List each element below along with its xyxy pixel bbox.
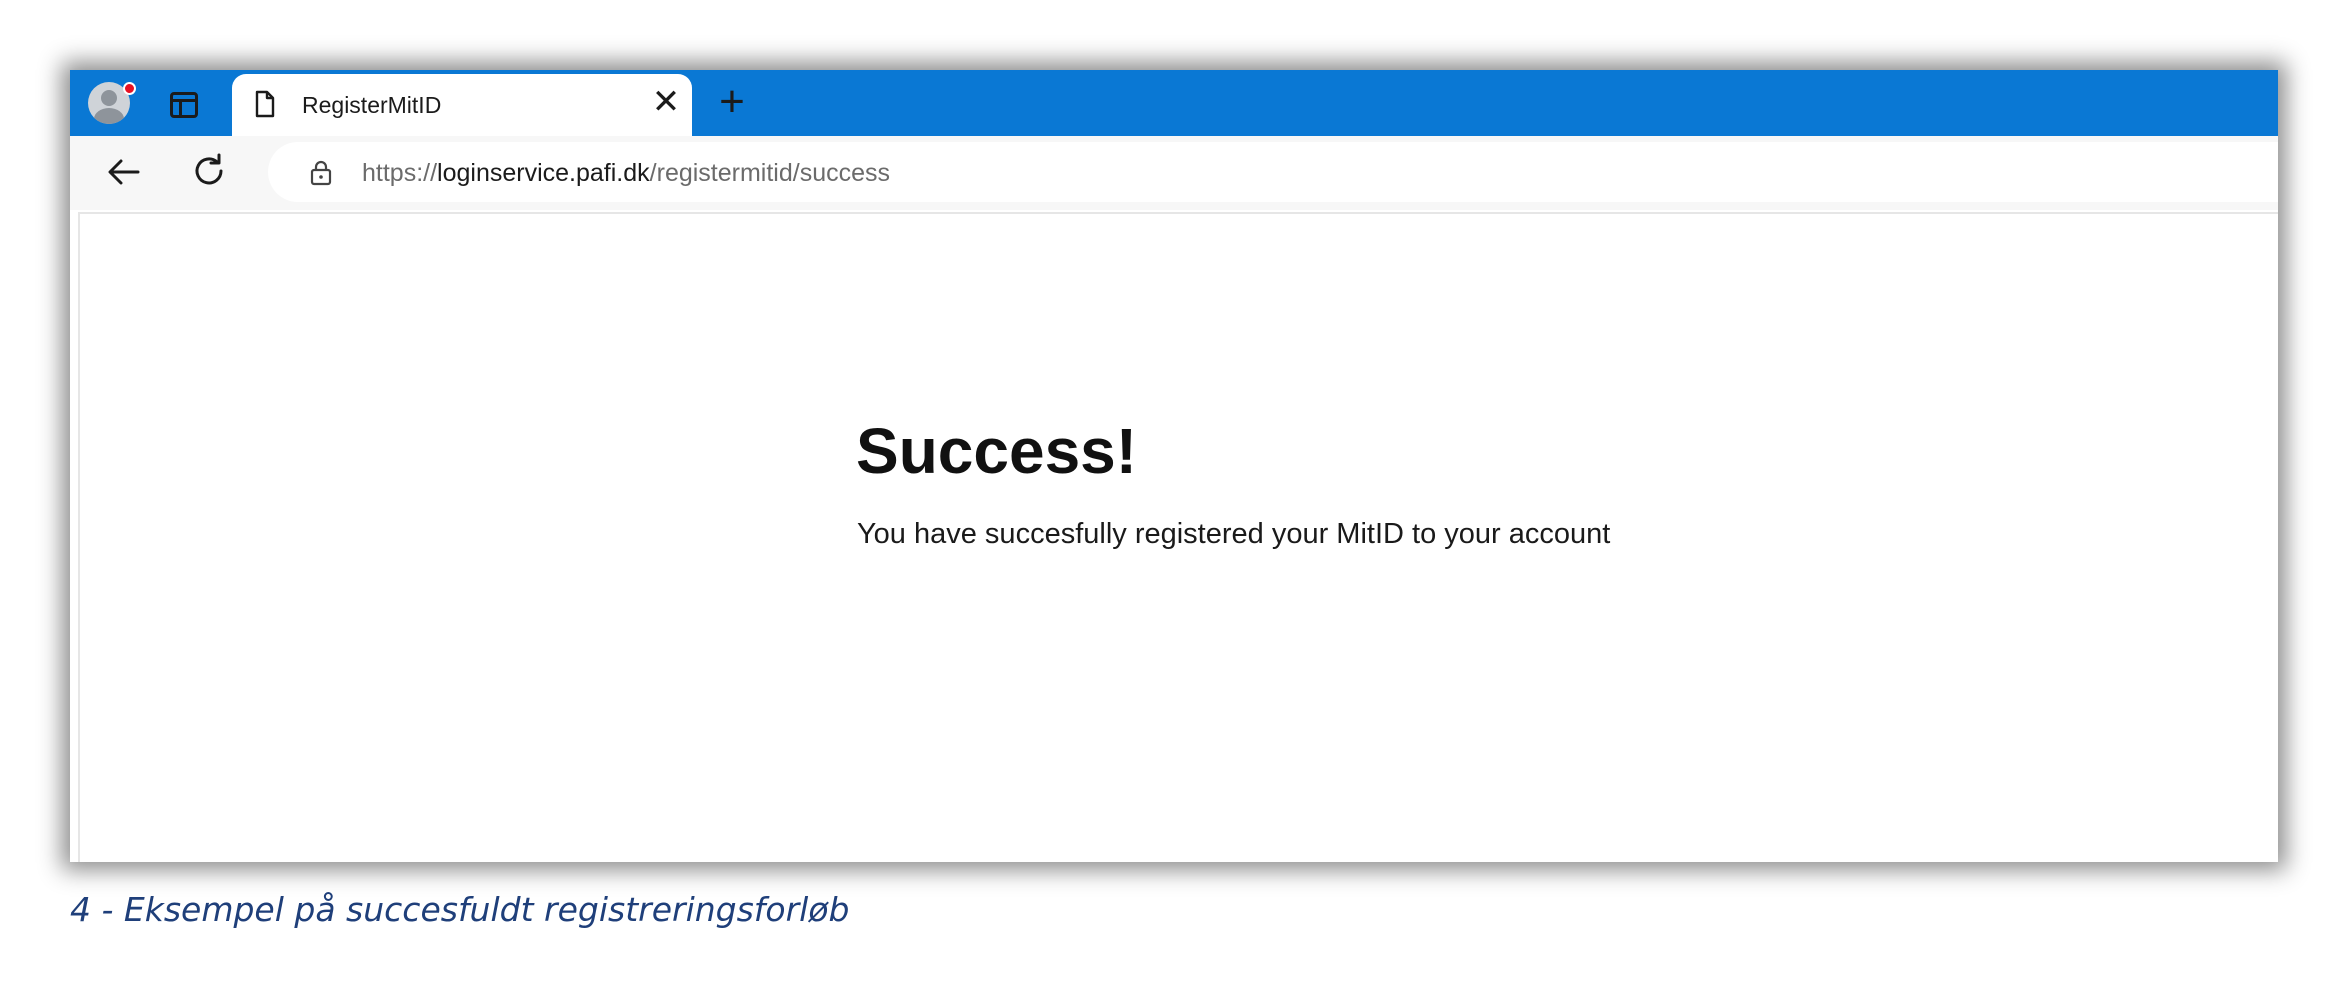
browser-window: RegisterMitID ✕ + https://loginservice.p… <box>70 70 2278 862</box>
url-path: /registermitid/success <box>649 159 891 187</box>
tab-bar: RegisterMitID ✕ + <box>70 70 2278 136</box>
figure-caption: 4 - Eksempel på succesfuldt registrering… <box>70 890 850 929</box>
tab-title: RegisterMitID <box>302 92 442 118</box>
url-scheme: https:// <box>362 159 438 187</box>
address-bar[interactable]: https://loginservice.pafi.dk/registermit… <box>268 142 2278 202</box>
browser-toolbar: https://loginservice.pafi.dk/registermit… <box>70 136 2278 210</box>
notification-dot <box>123 82 136 95</box>
new-tab-button[interactable]: + <box>710 80 754 124</box>
page-title: Success! <box>856 415 1138 487</box>
page-document-icon <box>255 90 275 118</box>
success-message: You have succesfully registered your Mit… <box>857 518 1611 550</box>
url-host: loginservice.pafi.dk <box>437 159 650 187</box>
lock-icon[interactable] <box>308 160 334 186</box>
tab-registermitid[interactable]: RegisterMitID ✕ <box>232 74 692 136</box>
back-arrow-icon[interactable] <box>102 150 146 194</box>
close-tab-icon[interactable]: ✕ <box>650 85 682 119</box>
vertical-tabs-icon[interactable] <box>170 92 198 118</box>
url-text[interactable]: https://loginservice.pafi.dk/registermit… <box>362 159 890 188</box>
reload-icon[interactable] <box>188 150 232 194</box>
